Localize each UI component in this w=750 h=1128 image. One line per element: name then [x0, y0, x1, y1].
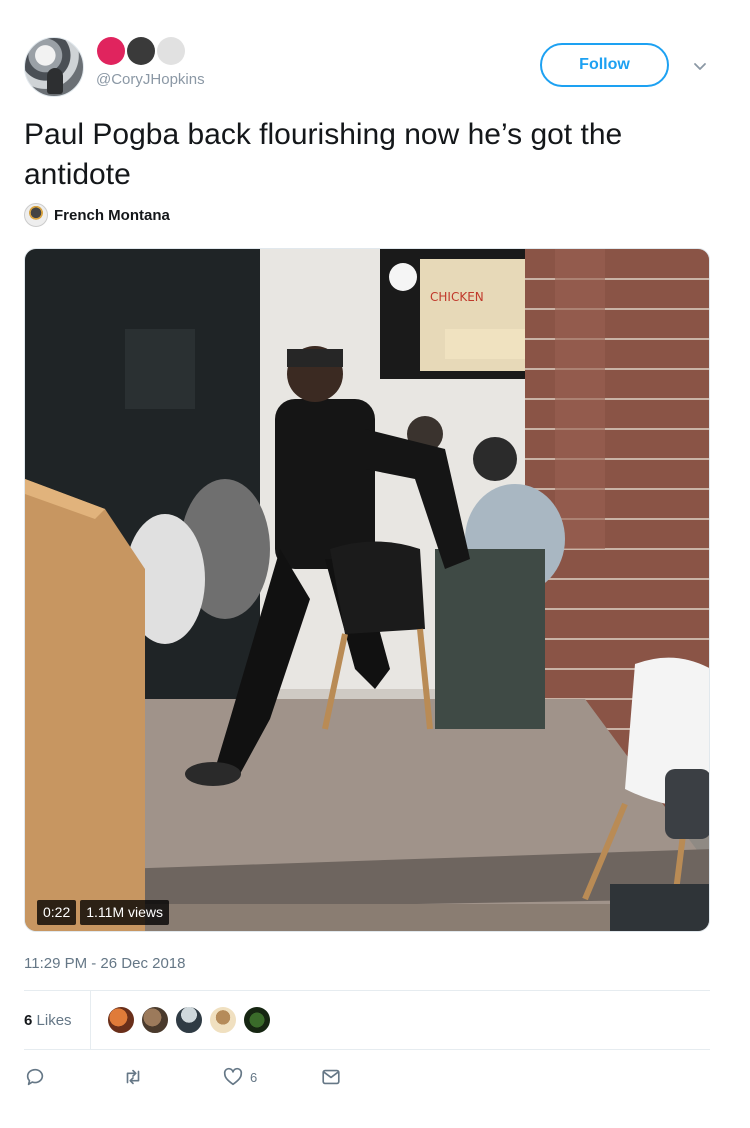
reply-button[interactable] — [24, 1066, 46, 1088]
direct-message-button[interactable] — [320, 1066, 342, 1088]
follow-button[interactable]: Follow — [540, 43, 669, 87]
author-handle[interactable]: @CoryJHopkins — [96, 71, 205, 88]
red-dot-icon — [97, 37, 125, 65]
music-attribution[interactable]: French Montana — [24, 203, 170, 227]
divider-top — [24, 990, 710, 991]
retweet-icon — [126, 1069, 140, 1085]
like-button[interactable]: 6 — [222, 1066, 257, 1088]
divider-bottom — [24, 1049, 710, 1050]
liker-avatar[interactable] — [140, 1005, 170, 1035]
liker-avatar[interactable] — [208, 1005, 238, 1035]
liker-avatars — [106, 1005, 272, 1035]
reply-icon — [26, 1068, 44, 1086]
likes-number: 6 — [24, 1012, 33, 1029]
dark-dot-icon — [127, 37, 155, 65]
liker-avatar[interactable] — [106, 1005, 136, 1035]
action-bar: 6 — [24, 1066, 444, 1094]
tv-screen-text: CHICKEN — [430, 290, 484, 304]
artist-name: French Montana — [54, 206, 170, 224]
tweet-text: Paul Pogba back flourishing now he’s got… — [24, 118, 623, 191]
author-avatar[interactable] — [24, 37, 84, 97]
likes-count[interactable]: 6 Likes — [24, 1012, 72, 1029]
liker-avatar[interactable] — [174, 1005, 204, 1035]
chevron-down-icon[interactable] — [692, 58, 708, 74]
likes-separator — [90, 991, 91, 1049]
author-name-emoji[interactable] — [97, 37, 197, 65]
envelope-icon — [322, 1069, 340, 1085]
tweet-timestamp[interactable]: 11:29 PM - 26 Dec 2018 — [24, 955, 185, 972]
retweet-button[interactable] — [122, 1066, 144, 1088]
liker-avatar[interactable] — [242, 1005, 272, 1035]
artist-avatar-icon — [24, 203, 48, 227]
video-player[interactable]: CHICKEN 0:22 1.11M views — [24, 248, 710, 932]
video-badges: 0:22 1.11M views — [37, 900, 170, 925]
video-views: 1.11M views — [80, 900, 170, 925]
likes-label: Likes — [36, 1012, 72, 1029]
like-count: 6 — [250, 1069, 258, 1085]
avatar-figure — [47, 68, 63, 94]
video-duration: 0:22 — [37, 900, 77, 925]
light-dot-icon — [157, 37, 185, 65]
heart-icon — [223, 1067, 243, 1086]
video-frame: CHICKEN — [25, 249, 709, 931]
